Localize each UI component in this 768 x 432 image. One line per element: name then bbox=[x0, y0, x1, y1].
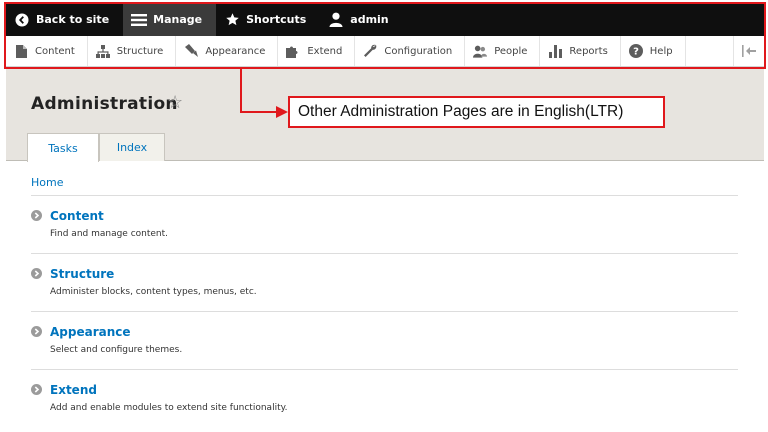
breadcrumb-home-link[interactable]: Home bbox=[31, 176, 63, 189]
list-item-structure: Structure Administer blocks, content typ… bbox=[31, 267, 738, 307]
chevron-right-circle-icon bbox=[31, 384, 42, 395]
item-description: Administer blocks, content types, menus,… bbox=[50, 287, 257, 297]
divider bbox=[31, 195, 738, 196]
item-title-link[interactable]: Structure bbox=[50, 267, 114, 281]
divider bbox=[31, 253, 738, 254]
divider bbox=[31, 369, 738, 370]
chevron-right-circle-icon bbox=[31, 326, 42, 337]
item-description: Find and manage content. bbox=[50, 229, 169, 239]
item-title-link[interactable]: Extend bbox=[50, 383, 97, 397]
callout-annotation: Other Administration Pages are in Englis… bbox=[288, 96, 665, 128]
item-title-link[interactable]: Appearance bbox=[50, 325, 131, 339]
list-item-appearance: Appearance Select and configure themes. bbox=[31, 325, 738, 365]
item-description: Add and enable modules to extend site fu… bbox=[50, 403, 288, 413]
item-title-link[interactable]: Content bbox=[50, 209, 104, 223]
list-item-content: Content Find and manage content. bbox=[31, 209, 738, 249]
divider bbox=[31, 311, 738, 312]
item-description: Select and configure themes. bbox=[50, 345, 183, 355]
list-item-extend: Extend Add and enable modules to extend … bbox=[31, 383, 738, 423]
chevron-right-circle-icon bbox=[31, 210, 42, 221]
chevron-right-circle-icon bbox=[31, 268, 42, 279]
